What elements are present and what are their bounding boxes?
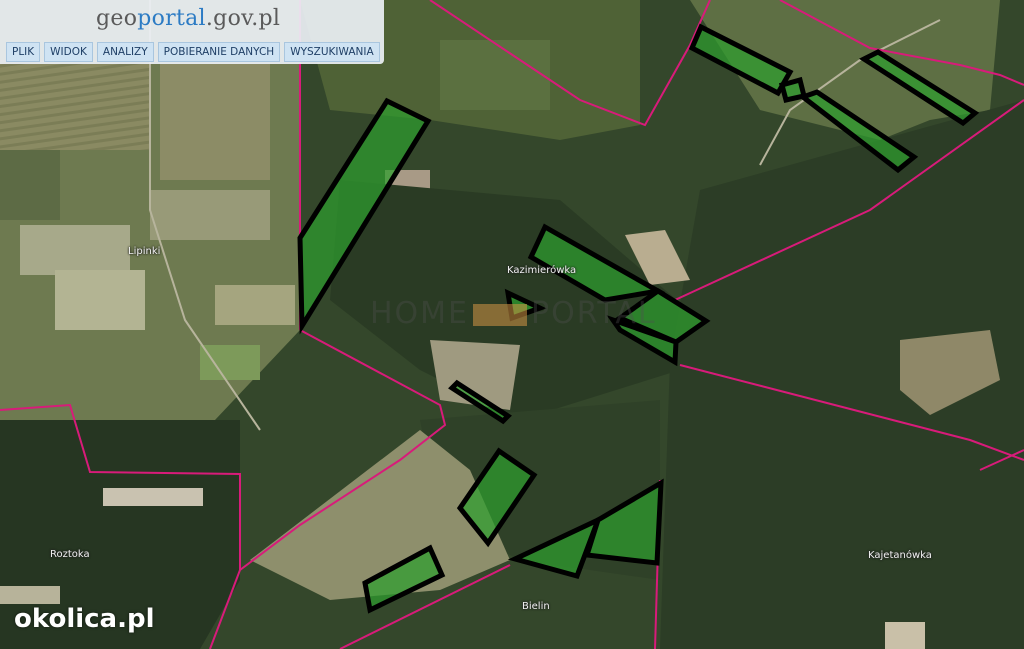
menu-analizy[interactable]: ANALIZY bbox=[96, 42, 154, 62]
field bbox=[440, 40, 550, 110]
geoportal-header: geoportal.gov.pl PLIK WIDOK ANALIZY POBI… bbox=[0, 0, 384, 64]
place-label-bielin: Bielin bbox=[522, 601, 550, 612]
place-label-lipinki: Lipinki bbox=[128, 246, 161, 257]
house-icon bbox=[473, 303, 528, 326]
field bbox=[0, 586, 60, 604]
field bbox=[55, 270, 145, 330]
field bbox=[0, 150, 60, 220]
logo-prefix: geo bbox=[96, 6, 138, 31]
field bbox=[20, 225, 130, 275]
watermark: HOME PORTAL bbox=[370, 296, 657, 331]
watermark-right: PORTAL bbox=[531, 296, 657, 331]
place-label-kajetanowka: Kajetanówka bbox=[868, 550, 932, 561]
place-label-roztoka: Roztoka bbox=[50, 549, 90, 560]
watermark-left: HOME bbox=[370, 296, 470, 331]
logo-suffix: .gov.pl bbox=[205, 6, 281, 31]
field bbox=[0, 60, 150, 150]
main-menu: PLIK WIDOK ANALIZY POBIERANIE DANYCH WYS… bbox=[6, 42, 380, 62]
field bbox=[160, 60, 270, 180]
menu-widok[interactable]: WIDOK bbox=[44, 42, 93, 62]
field bbox=[885, 622, 925, 649]
okolica-brand: okolica.pl bbox=[14, 604, 155, 634]
menu-wyszukiwania[interactable]: WYSZUKIWANIA bbox=[284, 42, 380, 62]
field bbox=[200, 345, 260, 380]
place-label-kazimierowka: Kazimierówka bbox=[507, 265, 577, 276]
menu-pobieranie-danych[interactable]: POBIERANIE DANYCH bbox=[157, 42, 281, 62]
field bbox=[150, 190, 270, 240]
geoportal-logo[interactable]: geoportal.gov.pl bbox=[96, 6, 280, 31]
field bbox=[215, 285, 295, 325]
menu-plik[interactable]: PLIK bbox=[6, 42, 41, 62]
field bbox=[103, 488, 203, 506]
logo-accent: portal bbox=[137, 6, 206, 31]
